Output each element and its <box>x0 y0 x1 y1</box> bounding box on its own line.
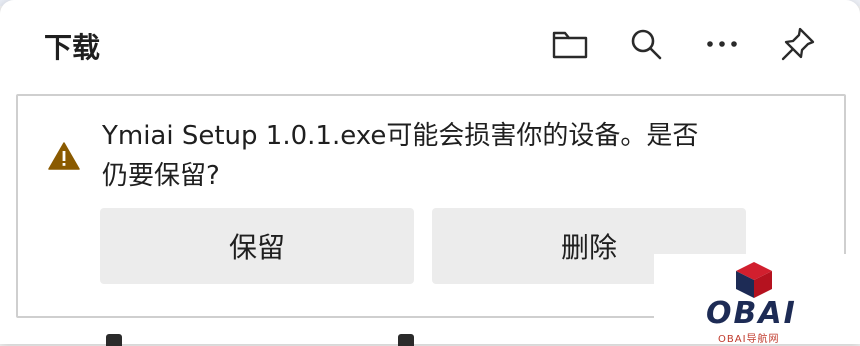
pin-icon[interactable] <box>778 24 818 64</box>
watermark-text: OBAI <box>706 296 797 331</box>
downloads-header: 下载 <box>0 0 860 86</box>
watermark-logo: OBAI OBAI导航网 <box>654 254 860 345</box>
next-download-item-partial <box>0 330 654 346</box>
folder-icon[interactable] <box>550 24 590 64</box>
keep-button[interactable]: 保留 <box>100 208 414 284</box>
cube-logo-icon <box>736 262 772 298</box>
panel-title: 下载 <box>44 31 101 64</box>
more-icon[interactable] <box>702 24 742 64</box>
search-icon[interactable] <box>626 24 666 64</box>
warning-message: Ymiai Setup 1.0.1.exe可能会损害你的设备。是否仍要保留? <box>102 121 699 191</box>
warning-icon <box>48 142 80 170</box>
watermark-subtext: OBAI导航网 <box>718 334 780 345</box>
